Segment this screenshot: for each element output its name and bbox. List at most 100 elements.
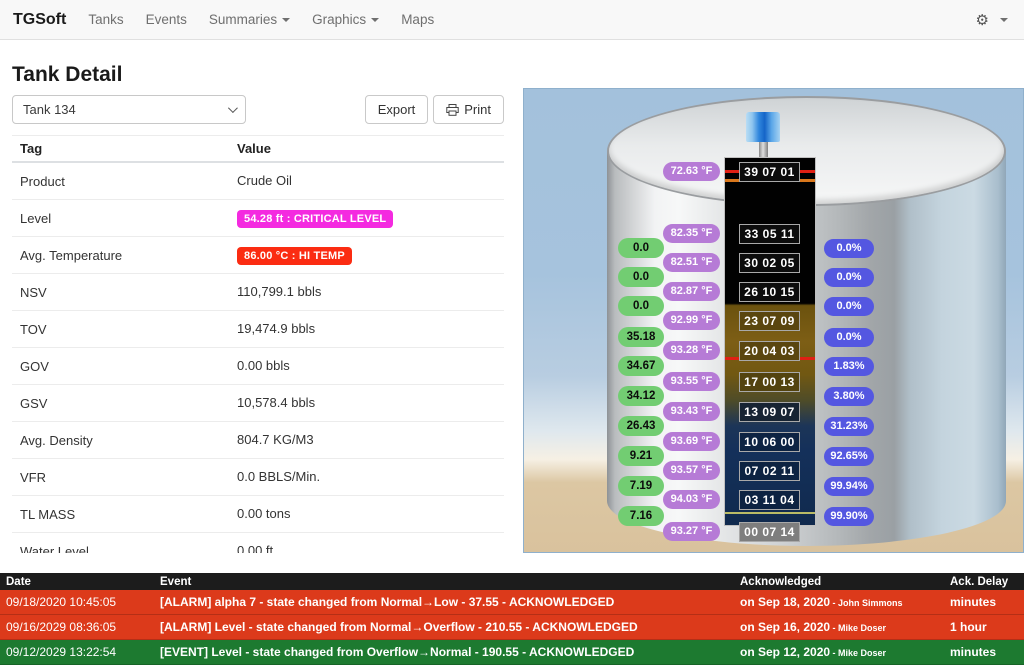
tank-detail-table: Tag Value ProductCrude OilLevel54.28 ft … bbox=[12, 135, 504, 553]
nav-item-label: Events bbox=[146, 12, 187, 27]
ack-user: - Mike Doser bbox=[830, 648, 886, 658]
detail-tag: Level bbox=[12, 211, 237, 226]
tank-select[interactable]: Tank 134 bbox=[12, 95, 246, 124]
app-brand: TGSoft bbox=[13, 11, 66, 29]
detail-row-gsv: GSV10,578.4 bbls bbox=[12, 385, 504, 422]
nav-item-label: Summaries bbox=[209, 12, 277, 27]
nav-item-graphics[interactable]: Graphics bbox=[312, 12, 379, 27]
detail-row-avg-density: Avg. Density804.7 KG/M3 bbox=[12, 422, 504, 459]
detail-row-level: Level54.28 ft : CRITICAL LEVEL bbox=[12, 200, 504, 237]
detail-tag: TL MASS bbox=[12, 507, 237, 522]
level-value-badge: 9.21 bbox=[618, 446, 664, 466]
print-button-label: Print bbox=[464, 102, 491, 117]
detail-tag: GSV bbox=[12, 396, 237, 411]
detail-value-cell: Crude Oil bbox=[237, 172, 504, 190]
nav-item-maps[interactable]: Maps bbox=[401, 12, 434, 27]
gauge-stem bbox=[759, 142, 768, 158]
detail-value: 0.00 tons bbox=[237, 506, 291, 521]
event-description: [ALARM] alpha 7 - state changed from Nor… bbox=[155, 595, 735, 609]
event-date: 09/12/2029 13:22:54 bbox=[0, 645, 155, 659]
controls-row: Tank 134 Export Print bbox=[12, 95, 504, 124]
gauge-mark: 03 11 04 bbox=[739, 490, 800, 510]
gauge-mark: 00 07 14 bbox=[739, 522, 800, 542]
critical-level-badge: 54.28 ft : CRITICAL LEVEL bbox=[237, 210, 393, 228]
event-acknowledged: on Sep 12, 2020 - Mike Doser bbox=[735, 645, 945, 659]
gauge-mark: 30 02 05 bbox=[739, 253, 800, 273]
detail-tag: Avg. Temperature bbox=[12, 248, 237, 263]
nav-item-events[interactable]: Events bbox=[146, 12, 187, 27]
print-button[interactable]: Print bbox=[433, 95, 504, 124]
hi-temp-badge: 86.00 °C : HI TEMP bbox=[237, 247, 352, 265]
event-row[interactable]: 09/12/2029 13:22:54[EVENT] Level - state… bbox=[0, 640, 1024, 665]
temperature-badge: 93.43 °F bbox=[663, 402, 720, 421]
column-header-event: Event bbox=[155, 576, 735, 588]
level-value-badge: 0.0 bbox=[618, 238, 664, 258]
gauge-mark: 07 02 11 bbox=[739, 461, 800, 481]
percent-badge: 0.0% bbox=[824, 328, 874, 347]
chevron-down-icon bbox=[282, 18, 290, 22]
detail-table-body: ProductCrude OilLevel54.28 ft : CRITICAL… bbox=[12, 163, 504, 553]
detail-value-cell: 10,578.4 bbls bbox=[237, 394, 504, 412]
temperature-badge: 82.35 °F bbox=[663, 224, 720, 243]
chevron-down-icon[interactable] bbox=[1000, 18, 1008, 22]
level-value-badge: 0.0 bbox=[618, 296, 664, 316]
temperature-badge: 93.57 °F bbox=[663, 461, 720, 480]
detail-row-product: ProductCrude Oil bbox=[12, 163, 504, 200]
level-value-badge: 7.16 bbox=[618, 506, 664, 526]
percent-badge: 1.83% bbox=[824, 357, 874, 376]
detail-value-cell: 0.00 bbls bbox=[237, 357, 504, 375]
event-acknowledged: on Sep 16, 2020 - Mike Doser bbox=[735, 620, 945, 634]
gauge-mark: 33 05 11 bbox=[739, 224, 800, 244]
percent-badge: 99.90% bbox=[824, 507, 874, 526]
detail-row-tov: TOV19,474.9 bbls bbox=[12, 311, 504, 348]
navbar-right: ⚙ bbox=[976, 0, 1008, 40]
detail-value-cell: 19,474.9 bbls bbox=[237, 320, 504, 338]
event-row[interactable]: 09/18/2020 10:45:05[ALARM] alpha 7 - sta… bbox=[0, 590, 1024, 615]
detail-value: 110,799.1 bbls bbox=[237, 284, 321, 299]
gauge-mark: 39 07 01 bbox=[739, 162, 800, 182]
detail-value-cell: 110,799.1 bbls bbox=[237, 283, 504, 301]
export-button-label: Export bbox=[378, 102, 416, 117]
event-row[interactable]: 09/16/2029 08:36:05[ALARM] Level - state… bbox=[0, 615, 1024, 640]
gear-icon[interactable]: ⚙ bbox=[976, 13, 989, 28]
top-navbar: TGSoft TanksEventsSummariesGraphicsMaps … bbox=[0, 0, 1024, 40]
detail-value: 0.00 bbls bbox=[237, 358, 290, 373]
events-table-body: 09/18/2020 10:45:05[ALARM] alpha 7 - sta… bbox=[0, 590, 1024, 665]
temperature-badge: 93.55 °F bbox=[663, 372, 720, 391]
gauge-mark: 17 00 13 bbox=[739, 372, 800, 392]
event-description: [ALARM] Level - state changed from Norma… bbox=[155, 620, 735, 634]
nav-item-tanks[interactable]: Tanks bbox=[88, 12, 123, 27]
percent-badge: 0.0% bbox=[824, 268, 874, 287]
nav-item-label: Graphics bbox=[312, 12, 366, 27]
detail-value: 19,474.9 bbls bbox=[237, 321, 315, 336]
ack-date: on Sep 16, 2020 bbox=[740, 620, 830, 634]
detail-row-vfr: VFR0.0 BBLS/Min. bbox=[12, 459, 504, 496]
nav-item-summaries[interactable]: Summaries bbox=[209, 12, 290, 27]
temperature-badge: 82.51 °F bbox=[663, 253, 720, 272]
page-title: Tank Detail bbox=[12, 62, 504, 88]
temperature-badge: 92.99 °F bbox=[663, 311, 720, 330]
percent-badge: 92.65% bbox=[824, 447, 874, 466]
detail-tag: TOV bbox=[12, 322, 237, 337]
detail-row-water-level: Water Level0.00 ft bbox=[12, 533, 504, 553]
event-acknowledged: on Sep 18, 2020 - John Simmons bbox=[735, 595, 945, 609]
level-gauge-strip: 39 07 01 33 05 11 30 02 05 26 10 15 23 07 09… bbox=[724, 157, 816, 526]
temperature-badge: 93.28 °F bbox=[663, 341, 720, 360]
level-value-badge: 34.12 bbox=[618, 386, 664, 406]
column-header-ack-delay: Ack. Delay bbox=[945, 576, 1024, 588]
gauge-nozzle-icon bbox=[746, 112, 780, 142]
temperature-badge: 94.03 °F bbox=[663, 490, 720, 509]
detail-tag: Water Level bbox=[12, 544, 237, 554]
temperature-badge: 82.87 °F bbox=[663, 282, 720, 301]
nav-links: Tanks Events Summaries Graphics Maps bbox=[88, 12, 434, 27]
gauge-mark: 23 07 09 bbox=[739, 311, 800, 331]
detail-value-cell: 0.0 BBLS/Min. bbox=[237, 468, 504, 486]
detail-tag: GOV bbox=[12, 359, 237, 374]
button-group: Export Print bbox=[365, 95, 504, 124]
export-button[interactable]: Export bbox=[365, 95, 429, 124]
detail-tag: VFR bbox=[12, 470, 237, 485]
tank-select-wrap: Tank 134 bbox=[12, 95, 246, 124]
detail-table-header: Tag Value bbox=[12, 135, 504, 163]
gauge-mark: 26 10 15 bbox=[739, 282, 800, 302]
ack-date: on Sep 12, 2020 bbox=[740, 645, 830, 659]
